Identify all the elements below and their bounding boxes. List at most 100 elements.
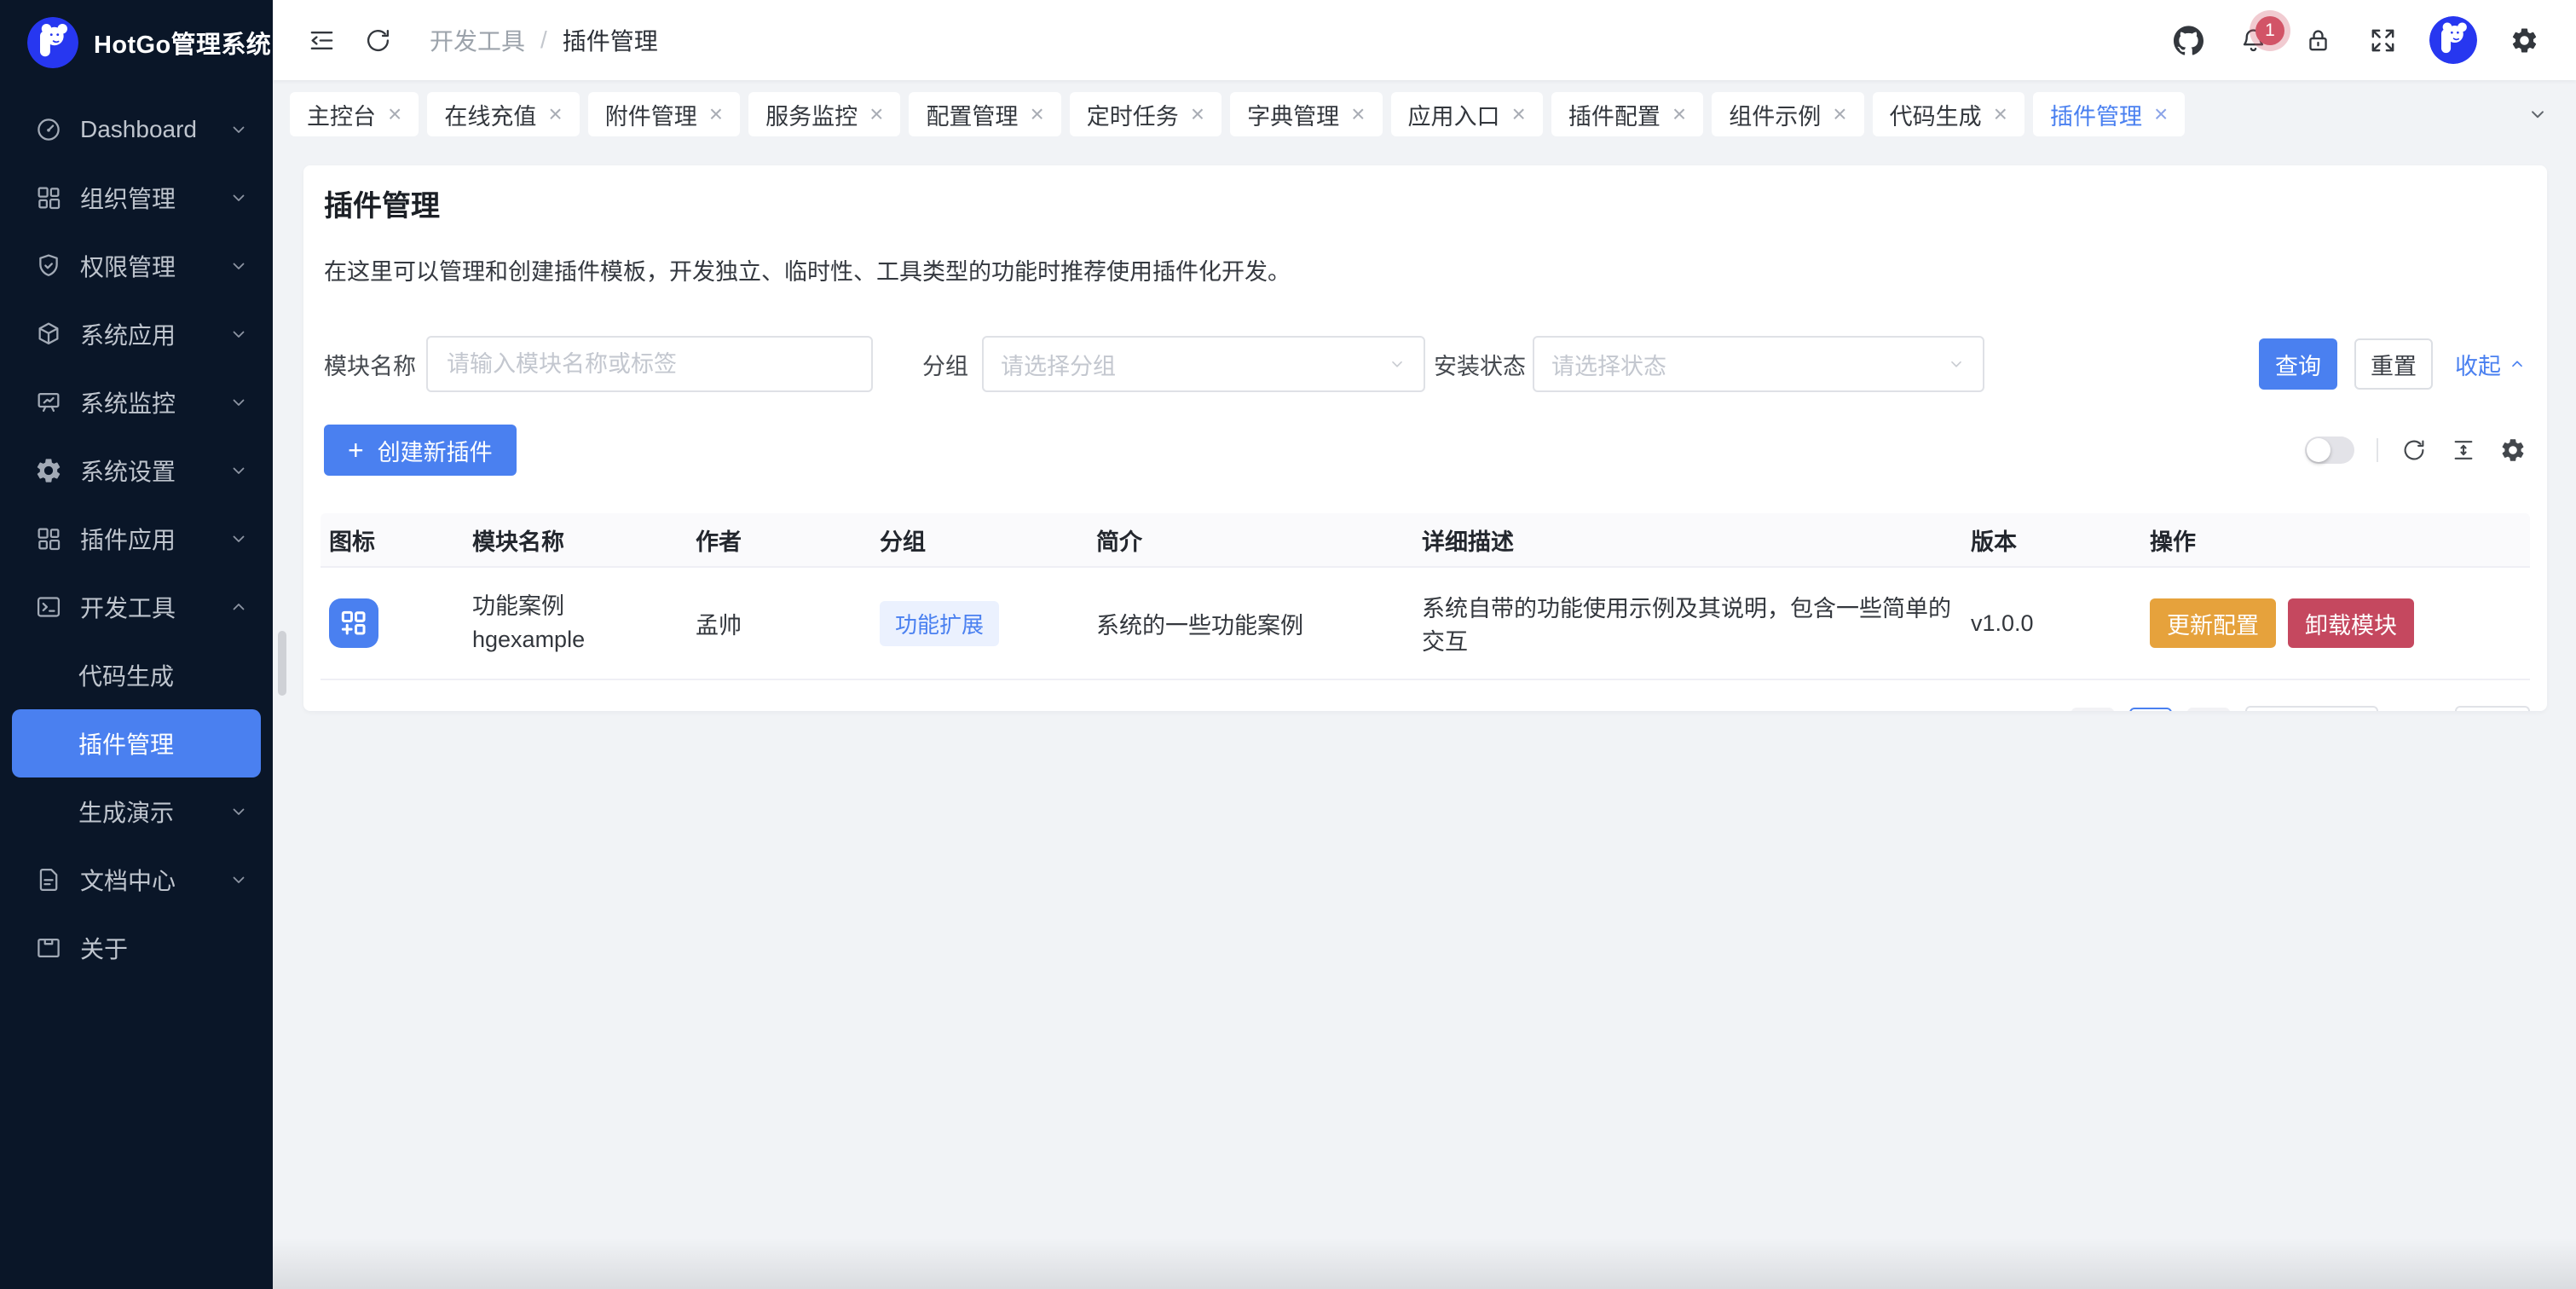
tab-label: 组件示例 (1729, 98, 1821, 131)
tab-close-icon[interactable]: × (709, 102, 723, 126)
group-select[interactable]: 请选择分组 (982, 336, 1425, 392)
tab-close-icon[interactable]: × (1512, 102, 1526, 126)
tab-5[interactable]: 配置管理× (909, 92, 1060, 136)
breadcrumb: 开发工具 / 插件管理 (430, 23, 658, 57)
install-status-select[interactable]: 请选择状态 (1533, 336, 1984, 392)
uninstall-module-button[interactable]: 卸载模块 (2288, 598, 2414, 648)
tabs-dropdown-icon[interactable] (2527, 103, 2549, 125)
jump-page-input[interactable] (2455, 706, 2530, 711)
tab-11[interactable]: 代码生成× (1873, 92, 2024, 136)
create-plugin-button[interactable]: + 创建新插件 (324, 425, 517, 476)
chevron-down-icon (228, 119, 249, 140)
sidebar-item-label: 权限管理 (80, 249, 176, 283)
notifications-button[interactable]: 1 (2225, 11, 2281, 69)
sidebar-item-label: 开发工具 (80, 590, 176, 624)
tab-close-icon[interactable]: × (2154, 102, 2168, 126)
terminal-icon (34, 592, 63, 621)
sidebar-item-sys-monitor[interactable]: 系统监控 (0, 368, 273, 436)
tab-label: 附件管理 (605, 98, 697, 131)
tab-close-icon[interactable]: × (1672, 102, 1686, 126)
github-icon[interactable] (2160, 11, 2216, 69)
settings-gear-icon[interactable] (2496, 11, 2552, 69)
search-button[interactable]: 查询 (2259, 338, 2337, 390)
dashboard-icon (34, 115, 63, 144)
table-tools (2305, 436, 2527, 464)
sidebar-item-sys-settings[interactable]: 系统设置 (0, 436, 273, 505)
update-config-button[interactable]: 更新配置 (2150, 598, 2276, 648)
sidebar-item-plugin-app[interactable]: 插件应用 (0, 505, 273, 573)
sidebar-item-code-gen[interactable]: 代码生成 (0, 641, 273, 709)
chevron-down-icon (228, 324, 249, 344)
column-header-1: 图标 (321, 523, 464, 557)
table-refresh-icon[interactable] (2400, 436, 2428, 464)
sidebar-item-label: 代码生成 (78, 658, 174, 692)
sidebar-item-label: 关于 (80, 931, 128, 965)
tab-4[interactable]: 服务监控× (748, 92, 900, 136)
sidebar-item-label: 文档中心 (80, 863, 176, 897)
tab-close-icon[interactable]: × (1994, 102, 2007, 126)
table-row[interactable]: 功能案例 hgexample 孟帅 功能扩展 系统的一些功能案例 系统自带的功能… (321, 568, 2530, 680)
column-header-8: 操作 (2141, 523, 2530, 557)
tab-2[interactable]: 在线充值× (427, 92, 579, 136)
filter-bar: 模块名称 分组 请选择分组 安装状态 请选择状态 (324, 336, 2527, 392)
tab-7[interactable]: 字典管理× (1230, 92, 1382, 136)
tab-close-icon[interactable]: × (1191, 102, 1204, 126)
fullscreen-icon[interactable] (2354, 11, 2411, 69)
tab-close-icon[interactable]: × (388, 102, 401, 126)
tab-label: 应用入口 (1408, 98, 1500, 131)
toggle-switch[interactable] (2305, 436, 2354, 464)
lock-screen-icon[interactable] (2290, 11, 2346, 69)
reset-button[interactable]: 重置 (2354, 338, 2433, 390)
tab-close-icon[interactable]: × (1030, 102, 1043, 126)
next-page-button[interactable] (2187, 708, 2230, 711)
monitor-icon (34, 388, 63, 417)
collapse-filter-link[interactable]: 收起 (2455, 348, 2527, 381)
breadcrumb-current: 插件管理 (563, 23, 658, 57)
tab-9[interactable]: 插件配置× (1551, 92, 1703, 136)
refresh-icon[interactable] (349, 11, 406, 69)
page-size-select[interactable]: 10 / 页 (2245, 706, 2378, 711)
chevron-down-icon (1388, 355, 1406, 373)
table-toolbar: + 创建新插件 (324, 425, 2527, 476)
tab-close-icon[interactable]: × (869, 102, 883, 126)
chevron-down-icon (228, 460, 249, 481)
sidebar-item-perm-manage[interactable]: 权限管理 (0, 232, 273, 300)
sidebar-item-dashboard[interactable]: Dashboard (0, 95, 273, 164)
sidebar-item-plugin-manage[interactable]: 插件管理 (12, 709, 261, 777)
tab-label: 插件管理 (2050, 98, 2142, 131)
sidebar-item-org-manage[interactable]: 组织管理 (0, 164, 273, 232)
tab-6[interactable]: 定时任务× (1070, 92, 1222, 136)
chevron-down-icon (228, 801, 249, 822)
column-settings-gear-icon[interactable] (2499, 436, 2527, 464)
plus-icon: + (348, 436, 364, 464)
tab-close-icon[interactable]: × (1833, 102, 1846, 126)
column-header-3: 作者 (687, 523, 871, 557)
tab-3[interactable]: 附件管理 × (588, 92, 740, 136)
sidebar-item-dev-tools[interactable]: 开发工具 (0, 573, 273, 641)
cell-group: 功能扩展 (871, 601, 1088, 646)
current-page-button[interactable]: 1 (2129, 708, 2172, 711)
tab-close-icon[interactable]: × (1351, 102, 1365, 126)
sidebar-item-about[interactable]: 关于 (0, 914, 273, 982)
logo[interactable]: HotGo管理系统 (0, 0, 273, 85)
plugin-grid-icon (329, 598, 378, 648)
module-name-input[interactable] (426, 336, 873, 392)
menu-fold-icon[interactable] (293, 11, 349, 69)
tab-close-icon[interactable]: × (548, 102, 562, 126)
tab-8[interactable]: 应用入口 × (1391, 92, 1543, 136)
column-header-7: 版本 (1962, 523, 2141, 557)
sidebar-item-sys-app[interactable]: 系统应用 (0, 300, 273, 368)
row-height-icon[interactable] (2450, 436, 2477, 464)
sidebar-scrollbar-thumb[interactable] (278, 631, 286, 696)
tab-10[interactable]: 组件示例 × (1712, 92, 1863, 136)
prev-page-button[interactable] (2071, 708, 2114, 711)
tab-list: 主控台×在线充值×附件管理×服务监控×配置管理×定时任务×字典管理×应用入口×插… (290, 92, 2185, 136)
tab-12[interactable]: 插件管理 × (2033, 92, 2185, 136)
switch-knob (2307, 438, 2331, 462)
breadcrumb-parent[interactable]: 开发工具 (430, 23, 525, 57)
sidebar-item-gen-demo[interactable]: 生成演示 (0, 777, 273, 846)
user-avatar[interactable] (2429, 16, 2477, 64)
tab-1[interactable]: 主控台× (290, 92, 419, 136)
cell-author: 孟帅 (687, 607, 871, 640)
sidebar-item-doc-center[interactable]: 文档中心 (0, 846, 273, 914)
